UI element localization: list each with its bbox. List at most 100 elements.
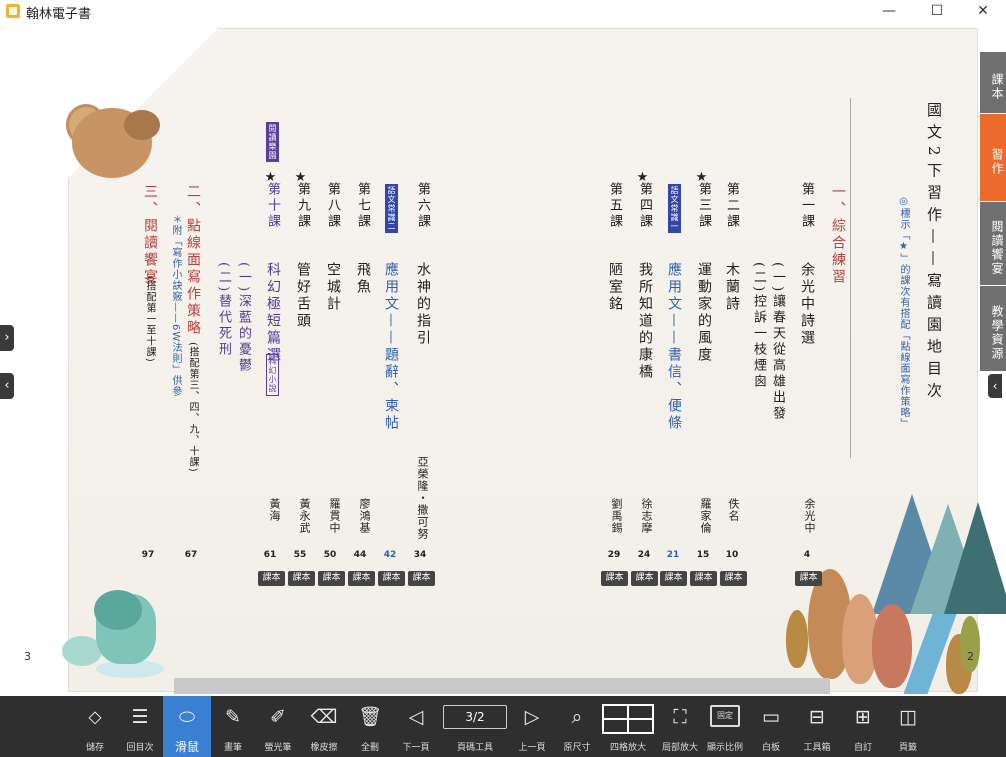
lesson-3-textbook-link[interactable]: 課本 <box>690 571 717 586</box>
lesson-4-page: 24 <box>637 550 651 560</box>
maximize-button[interactable]: ☐ <box>914 0 960 24</box>
right-page-number: 2 <box>967 650 974 663</box>
lesson-8-textbook-link[interactable]: 課本 <box>318 571 345 586</box>
tree-illustration-4 <box>786 610 808 668</box>
save-icon: ⬦ <box>88 706 102 728</box>
language-note-1-page: 21 <box>666 550 680 560</box>
lesson-10-tag: 閱讀樂園 <box>266 122 279 162</box>
custom-icon: ⊞ <box>855 706 871 728</box>
lesson-7-title: 飛魚 <box>355 262 371 296</box>
collapse-tabs-arrow-icon[interactable]: ‹ <box>988 374 1002 398</box>
lesson-10-number: 第十課 <box>265 182 280 230</box>
display-ratio-button[interactable]: 顯示比例 <box>705 696 745 757</box>
left-page-number: 3 <box>24 650 31 663</box>
section-2-note: (搭配第三、四、九、十課) <box>187 342 198 473</box>
pagination-button[interactable]: ◫ 頁籤 <box>888 696 928 757</box>
lesson-7-author: 廖鴻基 <box>358 498 371 534</box>
lesson-7-page: 44 <box>353 550 367 560</box>
toolbox-button[interactable]: ⊟ 工具箱 <box>797 696 837 757</box>
trash-icon: 🗑 <box>357 706 383 728</box>
lesson-10-page: 61 <box>263 550 277 560</box>
quad-zoom-button[interactable]: 四格放大 <box>608 696 648 757</box>
section-2-sub-note: ＊附「寫作小訣竅——6W法則」供參 <box>170 214 181 398</box>
book-viewer: › ‹ 3 2 國文2下習作——寫讀園地目次 ◎標示「★」的課次有搭配「點線面寫… <box>0 24 1006 696</box>
section-3-note: (搭配第一至十課) <box>144 276 155 363</box>
squirrel-head <box>124 110 160 140</box>
lesson-10-textbook-link[interactable]: 課本 <box>258 571 285 586</box>
lesson-5-textbook-link[interactable]: 課本 <box>601 571 628 586</box>
prev-page-button[interactable]: ▷ 上一頁 <box>512 696 552 757</box>
list-icon: ☰ <box>131 706 149 728</box>
language-note-2-textbook-link[interactable]: 課本 <box>378 571 405 586</box>
lesson-9-page: 55 <box>293 550 307 560</box>
focus-zoom-icon: ⛶ <box>673 706 687 728</box>
pen-button[interactable]: ✎ 畫筆 <box>213 696 253 757</box>
section-3-heading: 三、閱讀饗宴 <box>142 184 158 286</box>
page-tool-label: 頁碼工具 <box>456 743 493 753</box>
lesson-6-number: 第六課 <box>415 182 430 230</box>
lesson-1-textbook-link[interactable]: 課本 <box>795 571 822 586</box>
next-page-button[interactable]: ◁ 下一頁 <box>396 696 436 757</box>
lesson-6-page: 34 <box>413 550 427 560</box>
tab-textbook[interactable]: 課本 <box>980 52 1006 114</box>
lesson-5-page: 29 <box>607 550 621 560</box>
language-note-1-textbook-link[interactable]: 課本 <box>660 571 687 586</box>
lesson-10-sub-2: (二)替代死刑 <box>216 262 231 359</box>
lesson-1-sub-2: (二)控訴一枝煙囪 <box>751 262 766 391</box>
tab-teaching-resources[interactable]: 教學資源 <box>980 286 1006 372</box>
local-zoom-button[interactable]: ⛶ 局部放大 <box>660 696 700 757</box>
lesson-5-number: 第五課 <box>607 182 622 230</box>
lesson-3-title: 運動家的風度 <box>696 262 712 364</box>
eraser-icon: ⌫ <box>310 706 338 728</box>
next-page-arrow-icon[interactable]: › <box>0 325 14 351</box>
back-toc-button[interactable]: ☰ 回目次 <box>120 696 160 757</box>
triangle-left-icon: ◁ <box>408 706 424 728</box>
lesson-8-number: 第八課 <box>325 182 340 230</box>
highlighter-icon: ✐ <box>270 706 286 728</box>
lesson-3-number: 第三課 <box>696 182 711 230</box>
lesson-1-author: 余光中 <box>803 498 816 534</box>
lesson-6-textbook-link[interactable]: 課本 <box>408 571 435 586</box>
lesson-10-author: 黃海 <box>268 498 281 522</box>
lesson-8-author: 羅貫中 <box>328 498 341 534</box>
lesson-9-textbook-link[interactable]: 課本 <box>288 571 315 586</box>
lesson-2-textbook-link[interactable]: 課本 <box>720 571 747 586</box>
save-button[interactable]: ⬦ 儲存 <box>75 696 115 757</box>
pen-icon: ✎ <box>225 706 241 728</box>
close-button[interactable]: ✕ <box>960 0 1006 24</box>
lesson-5-author: 劉禹錫 <box>610 498 623 534</box>
zoom-reset-icon: ⌕ <box>571 706 583 728</box>
lesson-7-textbook-link[interactable]: 課本 <box>348 571 375 586</box>
mouse-button[interactable]: ⬭ 滑鼠 <box>163 696 211 757</box>
minimize-button[interactable]: — <box>866 0 912 24</box>
horizontal-scrollbar[interactable] <box>174 678 830 694</box>
whiteboard-button[interactable]: ▭ 白板 <box>751 696 791 757</box>
tab-workbook[interactable]: 習作 <box>980 114 1006 202</box>
highlighter-button[interactable]: ✐ 螢光筆 <box>258 696 298 757</box>
mountain-illustration-3 <box>944 502 1006 614</box>
lesson-4-textbook-link[interactable]: 課本 <box>631 571 658 586</box>
lesson-2-page: 10 <box>725 550 739 560</box>
lesson-2-number: 第二課 <box>724 182 739 230</box>
lesson-1-page: 4 <box>803 550 811 560</box>
lesson-8-title: 空城計 <box>325 262 341 313</box>
tab-reading-feast[interactable]: 閱讀饗宴 <box>980 202 1006 286</box>
tree-illustration-3 <box>872 604 912 688</box>
lesson-1-sub-1: (一)讓春天從高雄出發 <box>770 262 785 423</box>
lesson-10-genre-box: 科幻小說 <box>266 354 279 396</box>
lesson-9-author: 黃永武 <box>298 498 311 534</box>
bottom-toolbar: ⬦ 儲存 ☰ 回目次 ⬭ 滑鼠 ✎ 畫筆 ✐ 螢光筆 ⌫ 橡皮擦 🗑 全刪 ◁ <box>0 696 1006 757</box>
custom-button[interactable]: ⊞ 自訂 <box>843 696 883 757</box>
section-2-page: 67 <box>184 550 198 560</box>
lesson-1-title: 余光中詩選 <box>799 262 815 347</box>
prev-page-arrow-icon[interactable]: ‹ <box>0 373 14 399</box>
page-tool-label-wrap: 頁碼工具 <box>455 696 495 757</box>
eraser-button[interactable]: ⌫ 橡皮擦 <box>304 696 344 757</box>
lesson-4-number: 第四課 <box>637 182 652 230</box>
clear-all-button[interactable]: 🗑 全刪 <box>350 696 390 757</box>
original-size-button[interactable]: ⌕ 原尺寸 <box>557 696 597 757</box>
lesson-3-page: 15 <box>696 550 710 560</box>
lesson-1-number: 第一課 <box>799 182 814 230</box>
language-note-2-page: 42 <box>383 550 397 560</box>
lesson-5-title: 陋室銘 <box>607 262 623 313</box>
